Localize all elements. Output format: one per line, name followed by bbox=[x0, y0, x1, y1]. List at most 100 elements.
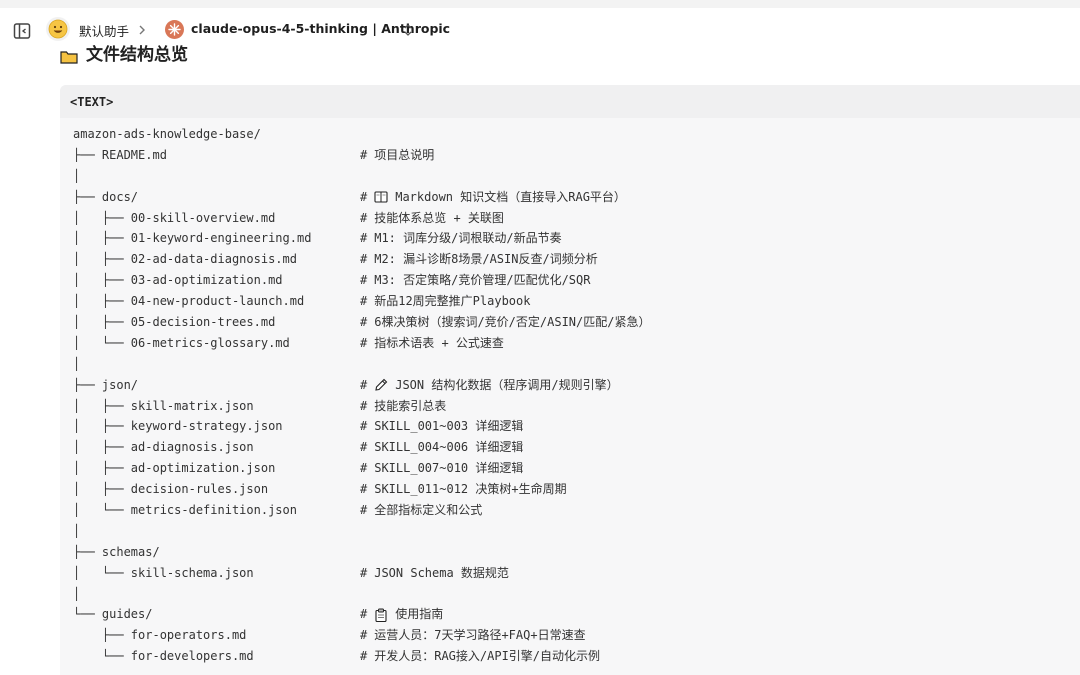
code-line: │ bbox=[60, 354, 1080, 375]
code-line: │ ├── decision-rules.json # SKILL_011~012 … bbox=[60, 479, 1080, 500]
tree-path: │ bbox=[73, 168, 81, 183]
tree-comment: # 指标术语表 + 公式速查 bbox=[360, 333, 504, 354]
tree-path: │ ├── keyword-strategy.json bbox=[73, 419, 283, 434]
tree-comment: # 技能体系总览 + 关联图 bbox=[360, 208, 504, 229]
comment-text: JSON Schema 数据规范 bbox=[374, 565, 509, 580]
code-line: │ └── skill-schema.json # JSON Schema 数据规范 bbox=[60, 563, 1080, 584]
tree-comment: # SKILL_004~006 详细逻辑 bbox=[360, 437, 523, 458]
sidebar-toggle-icon[interactable] bbox=[12, 21, 32, 41]
tree-comment: # 使用指南 bbox=[360, 604, 443, 625]
tree-comment: # M3: 否定策略/竞价管理/匹配优化/SQR bbox=[360, 270, 590, 291]
top-strip bbox=[0, 0, 1080, 8]
pencil-icon bbox=[375, 378, 388, 391]
code-language-label: <TEXT> bbox=[70, 94, 114, 109]
comment-text: 项目总说明 bbox=[374, 147, 435, 162]
code-line: │ bbox=[60, 584, 1080, 605]
code-line: │ bbox=[60, 166, 1080, 187]
code-line: └── for-developers.md # 开发人员：RAG接入/API引擎/自… bbox=[60, 646, 1080, 667]
code-content[interactable]: amazon-ads-knowledge-base/ ├── README.md #… bbox=[60, 118, 1080, 667]
comment-text: 全部指标定义和公式 bbox=[374, 503, 483, 518]
comment-text: 新品12周完整推广Playbook bbox=[374, 294, 531, 309]
code-line: │ ├── ad-optimization.json # SKILL_007~010… bbox=[60, 458, 1080, 479]
up-down-chevron-icon[interactable] bbox=[402, 22, 414, 38]
code-line: │ ├── 05-decision-trees.md #6棵决策树（搜索词/竞价/… bbox=[60, 312, 1080, 333]
code-line: │ ├── skill-matrix.json # 技能索引总表 bbox=[60, 396, 1080, 417]
tree-path: │ ├── 04-new-product-launch.md bbox=[73, 294, 305, 309]
tree-comment: # M2: 漏斗诊断8场景/ASIN反查/词频分析 bbox=[360, 249, 598, 270]
code-line: ├── schemas/ bbox=[60, 542, 1080, 563]
tree-comment: # 项目总说明 bbox=[360, 145, 434, 166]
tree-path: │ ├── ad-optimization.json bbox=[73, 461, 276, 476]
tree-path: ├── README.md bbox=[73, 147, 167, 162]
tree-path: │ ├── 00-skill-overview.md bbox=[73, 210, 276, 225]
code-line: ├── json/ # JSON 结构化数据（程序调用/规则引擎） bbox=[60, 375, 1080, 396]
tree-path: ├── docs/ bbox=[73, 189, 139, 204]
tree-path: │ bbox=[73, 523, 81, 538]
tree-path: │ ├── 01-keyword-engineering.md bbox=[73, 231, 312, 246]
tree-path: │ └── metrics-definition.json bbox=[73, 503, 297, 518]
tree-path: │ ├── 03-ad-optimization.md bbox=[73, 273, 283, 288]
folder-icon bbox=[60, 51, 78, 64]
comment-text: 技能体系总览 + 关联图 bbox=[374, 210, 504, 225]
tree-comment: #6棵决策树（搜索词/竞价/否定/ASIN/匹配/紧急） bbox=[360, 312, 650, 333]
tree-path: ├── schemas/ bbox=[73, 544, 160, 559]
tree-path: amazon-ads-knowledge-base/ bbox=[73, 127, 261, 141]
tree-comment: # 开发人员：RAG接入/API引擎/自动化示例 bbox=[360, 646, 600, 667]
tree-path: └── for-developers.md bbox=[73, 649, 254, 664]
code-line: │ ├── 02-ad-data-diagnosis.md # M2: 漏斗诊断8场… bbox=[60, 249, 1080, 270]
smiley-icon bbox=[48, 19, 68, 39]
code-block-header: <TEXT> bbox=[60, 85, 1080, 118]
comment-text: 6棵决策树（搜索词/竞价/否定/ASIN/匹配/紧急） bbox=[374, 315, 651, 330]
book-icon bbox=[374, 191, 388, 203]
tree-comment: # M1: 词库分级/词根联动/新品节奏 bbox=[360, 228, 562, 249]
code-line: │ ├── ad-diagnosis.json # SKILL_004~006 详细… bbox=[60, 437, 1080, 458]
tree-path: └── guides/ bbox=[73, 607, 153, 622]
tree-path: │ └── skill-schema.json bbox=[73, 565, 254, 580]
tree-comment: # SKILL_007~010 详细逻辑 bbox=[360, 458, 523, 479]
code-line: │ ├── 01-keyword-engineering.md # M1: 词库分级… bbox=[60, 228, 1080, 249]
comment-text: M1: 词库分级/词根联动/新品节奏 bbox=[374, 231, 562, 246]
code-line: amazon-ads-knowledge-base/ bbox=[60, 124, 1080, 145]
code-line: │ bbox=[60, 521, 1080, 542]
tree-path: │ ├── 05-decision-trees.md bbox=[73, 315, 276, 330]
comment-text: M3: 否定策略/竞价管理/匹配优化/SQR bbox=[374, 273, 591, 288]
code-line: ├── docs/ # Markdown 知识文档（直接导入RAG平台） bbox=[60, 187, 1080, 208]
code-line: └── guides/ # 使用指南 bbox=[60, 604, 1080, 625]
code-line: ├── README.md # 项目总说明 bbox=[60, 145, 1080, 166]
tree-comment: # 全部指标定义和公式 bbox=[360, 500, 482, 521]
clipboard-icon bbox=[375, 608, 387, 622]
tree-path: │ ├── decision-rules.json bbox=[73, 482, 269, 497]
tree-comment: # 运营人员：7天学习路径+FAQ+日常速查 bbox=[360, 625, 586, 646]
comment-text: SKILL_004~006 详细逻辑 bbox=[374, 440, 524, 455]
tree-path: │ ├── ad-diagnosis.json bbox=[73, 440, 254, 455]
tree-comment: # JSON 结构化数据（程序调用/规则引擎） bbox=[360, 375, 619, 396]
tree-path: │ └── 06-metrics-glossary.md bbox=[73, 335, 290, 350]
tree-comment: # SKILL_011~012 决策树+生命周期 bbox=[360, 479, 567, 500]
section-title: 文件结构总览 bbox=[86, 45, 188, 65]
tree-comment: # SKILL_001~003 详细逻辑 bbox=[360, 416, 523, 437]
section-heading: 文件结构总览 bbox=[60, 44, 188, 66]
anthropic-star-icon bbox=[168, 23, 181, 36]
comment-text: SKILL_011~012 决策树+生命周期 bbox=[374, 482, 567, 497]
comment-text: SKILL_001~003 详细逻辑 bbox=[374, 419, 524, 434]
comment-text: 技能索引总表 bbox=[374, 398, 447, 413]
code-line: │ └── 06-metrics-glossary.md # 指标术语表 + 公式速… bbox=[60, 333, 1080, 354]
model-avatar[interactable] bbox=[165, 20, 184, 39]
tree-path: │ ├── 02-ad-data-diagnosis.md bbox=[73, 252, 297, 267]
comment-text: JSON 结构化数据（程序调用/规则引擎） bbox=[395, 377, 619, 392]
assistant-avatar[interactable] bbox=[46, 17, 70, 41]
code-line: │ ├── 04-new-product-launch.md # 新品12周完整推广… bbox=[60, 291, 1080, 312]
code-block: <TEXT> amazon-ads-knowledge-base/ ├── REA… bbox=[60, 85, 1080, 675]
code-line: │ └── metrics-definition.json # 全部指标定义和公式 bbox=[60, 500, 1080, 521]
tree-comment: # Markdown 知识文档（直接导入RAG平台） bbox=[360, 187, 626, 208]
tree-path: ├── for-operators.md bbox=[73, 628, 247, 643]
tree-path: ├── json/ bbox=[73, 377, 139, 392]
tree-comment: # 技能索引总表 bbox=[360, 396, 446, 417]
comment-text: 指标术语表 + 公式速查 bbox=[374, 335, 504, 350]
code-line: │ ├── 03-ad-optimization.md # M3: 否定策略/竞价管… bbox=[60, 270, 1080, 291]
tree-comment: # 新品12周完整推广Playbook bbox=[360, 291, 530, 312]
comment-text: SKILL_007~010 详细逻辑 bbox=[374, 461, 524, 476]
chevron-right-icon bbox=[136, 22, 148, 36]
tree-path: │ bbox=[73, 356, 81, 371]
assistant-name[interactable]: 默认助手 bbox=[79, 21, 129, 40]
